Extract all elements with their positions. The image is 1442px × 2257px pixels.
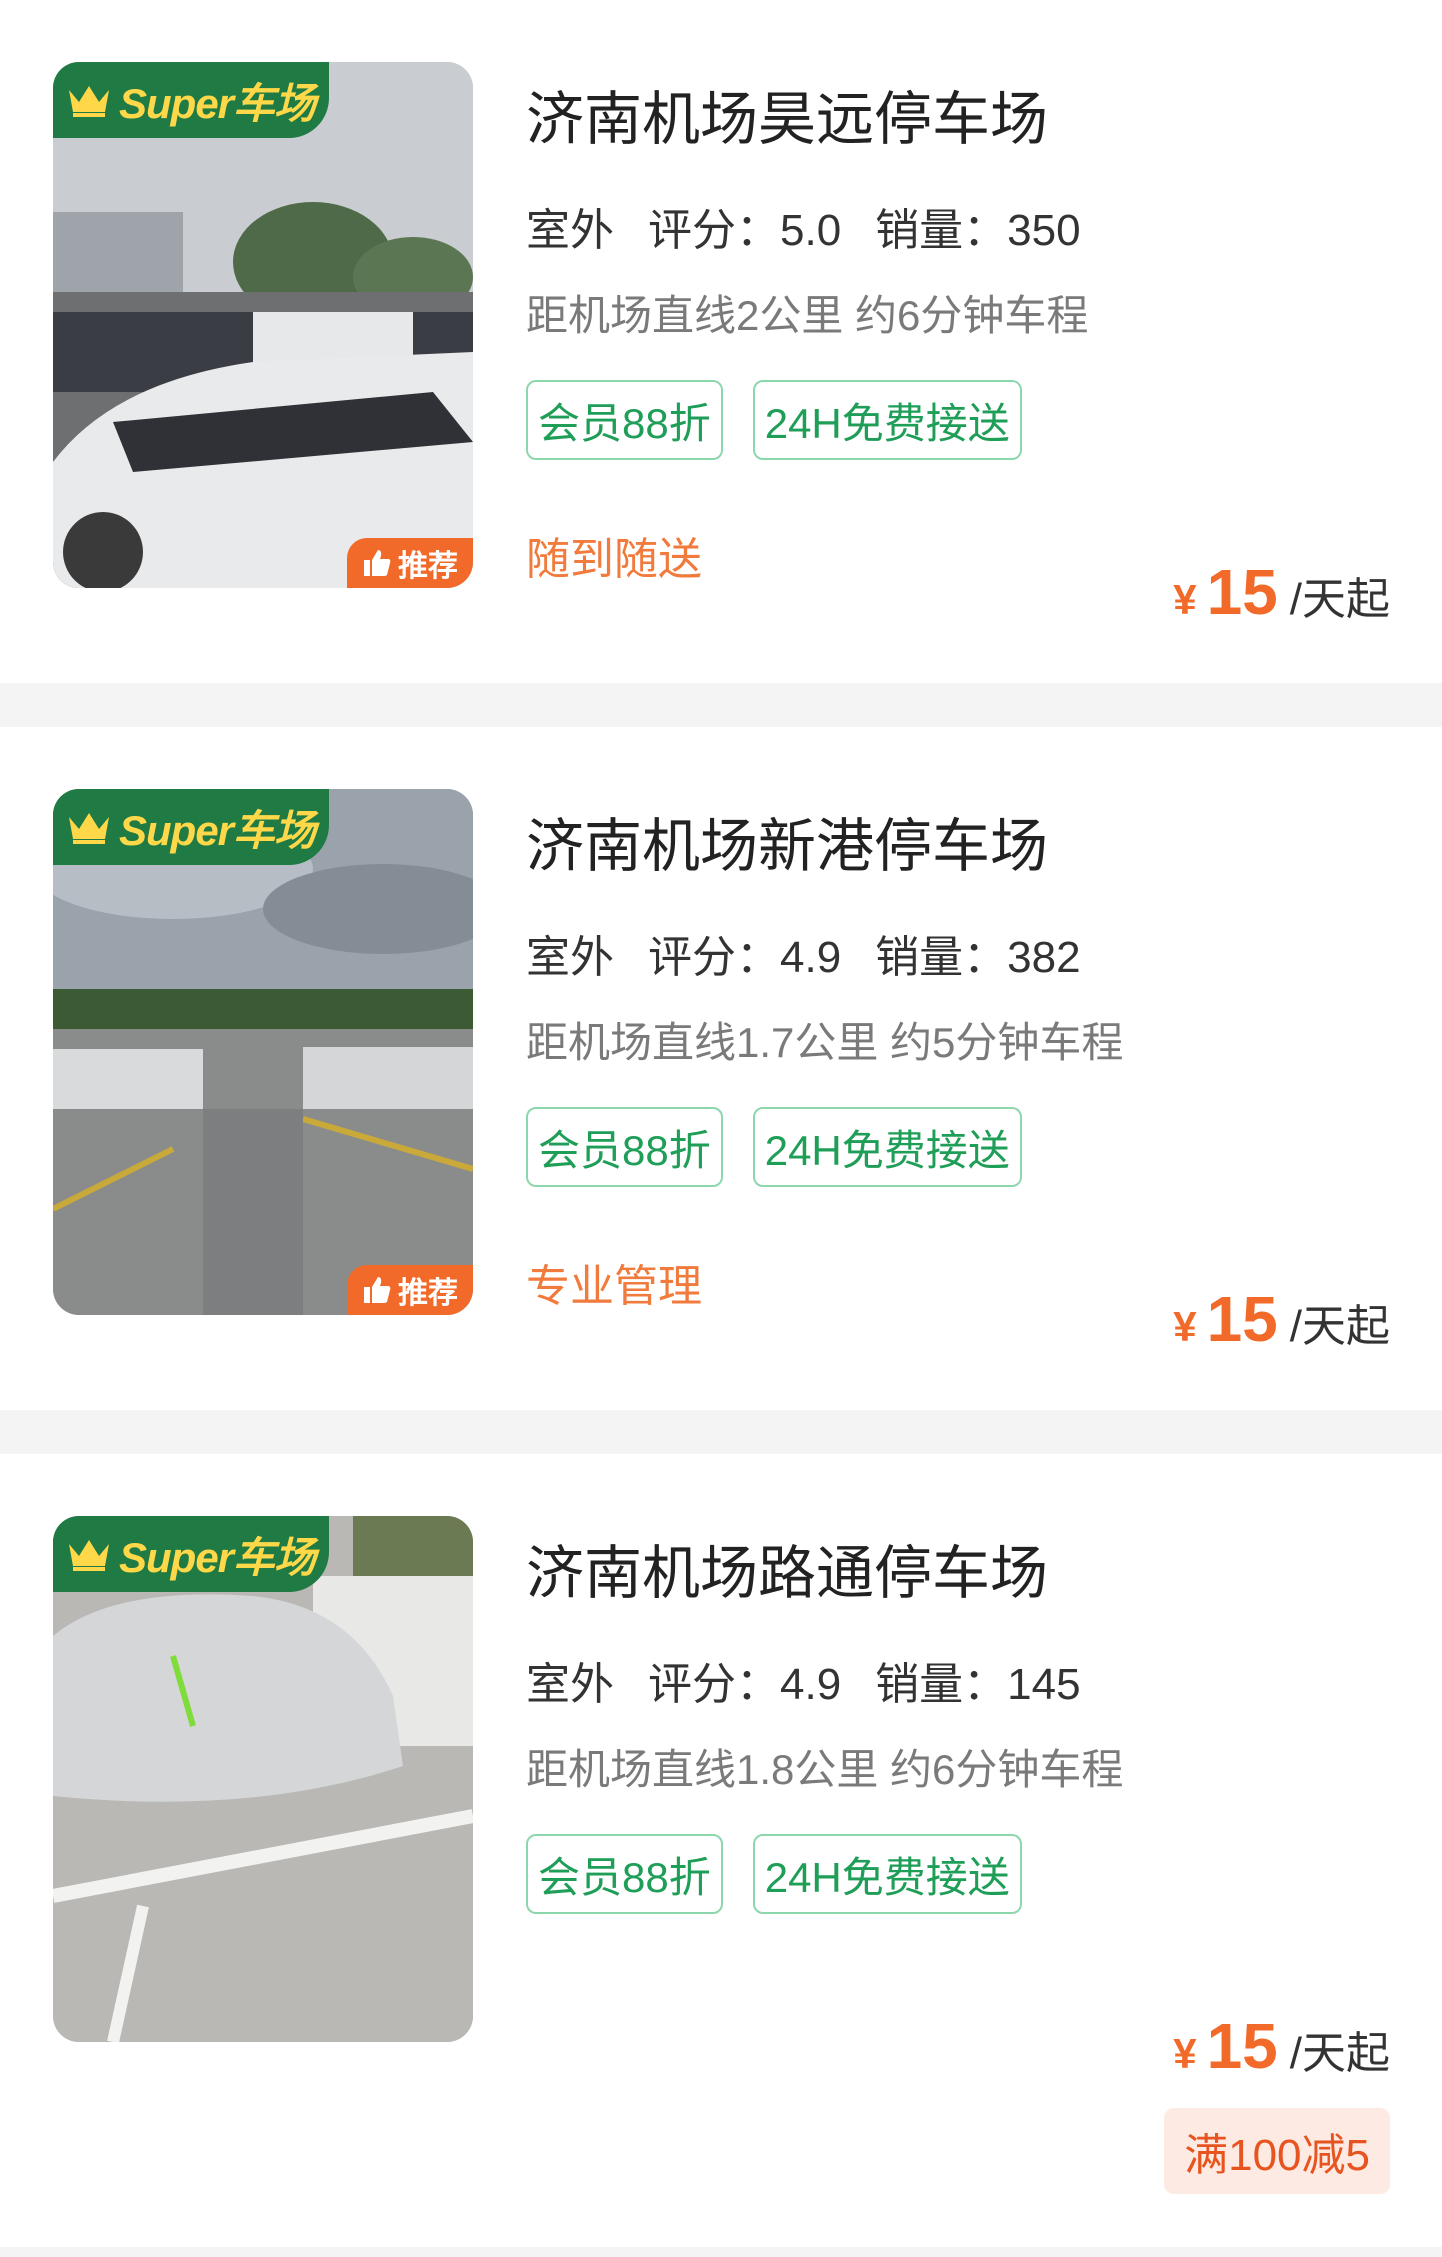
lot-sales: 销量：350 [875,206,1081,255]
recommend-badge: 推荐 [347,538,473,588]
recommend-label: 推荐 [398,550,458,583]
price-value: 15 [1206,2010,1278,2082]
lot-price: ¥ 15 /天起 [1173,555,1390,629]
lot-tags: 会员88折 24H免费接送 [526,380,1022,460]
super-lot-label: Super车场 [119,806,316,854]
super-lot-label: Super车场 [119,1533,316,1581]
parking-lot-photo[interactable]: Super车场 推荐 [53,62,473,588]
price-currency: ¥ [1173,1303,1197,1350]
member-discount-tag: 会员88折 [526,1107,723,1187]
lot-feature: 专业管理 [526,1262,702,1311]
lot-distance: 距机场直线1.7公里 约5分钟车程 [526,1019,1124,1066]
price-unit: /天起 [1289,575,1390,624]
thumbs-up-icon [364,1277,391,1303]
promo-badge[interactable]: 满100减5 [1164,2108,1390,2194]
recommend-badge: 推荐 [347,1265,473,1315]
lot-type: 室外 [524,921,618,991]
lot-tags: 会员88折 24H免费接送 [526,1107,1022,1187]
recommend-label: 推荐 [398,1277,458,1310]
parking-lot-photo-scene [53,62,473,588]
price-currency: ¥ [1173,576,1197,623]
super-lot-badge: Super车场 [53,789,329,865]
lot-feature: 随到随送 [526,535,702,584]
lot-meta: 室外 评分：5.0 销量：350 [524,194,1081,264]
parking-lot-photo[interactable]: Super车场 [53,1516,473,2042]
parking-lot-photo[interactable]: Super车场 推荐 [53,789,473,1315]
free-shuttle-tag: 24H免费接送 [752,1834,1022,1914]
member-discount-tag: 会员88折 [526,380,723,460]
parking-lot-card[interactable]: Super车场 推荐 济南机场昊远停车场 室外 评分：5.0 销量：350 距机… [0,0,1442,683]
parking-lot-card[interactable]: Super车场 济南机场路通停车场 室外 评分：4.9 销量：145 距机场直线… [0,1454,1442,2247]
parking-lot-card[interactable]: Super车场 推荐 济南机场新港停车场 室外 评分：4.9 销量：382 距机… [0,727,1442,1410]
lot-title[interactable]: 济南机场路通停车场 [526,1526,1048,1610]
free-shuttle-tag: 24H免费接送 [752,380,1022,460]
crown-icon [69,1540,109,1571]
parking-lot-photo-scene [53,789,473,1315]
lot-sales: 销量：145 [875,1660,1081,1709]
price-currency: ¥ [1173,2030,1197,2077]
price-unit: /天起 [1289,2029,1390,2078]
super-lot-label: Super车场 [119,79,316,127]
price-unit: /天起 [1289,1302,1390,1351]
lot-tags: 会员88折 24H免费接送 [526,1834,1022,1914]
lot-distance: 距机场直线2公里 约6分钟车程 [526,292,1089,339]
free-shuttle-tag: 24H免费接送 [752,1107,1022,1187]
lot-rating: 评分：5.0 [648,206,842,255]
super-lot-badge: Super车场 [53,1516,329,1592]
super-lot-badge: Super车场 [53,62,329,138]
lot-meta: 室外 评分：4.9 销量：145 [524,1648,1081,1718]
price-value: 15 [1206,556,1278,628]
price-value: 15 [1206,1283,1278,1355]
lot-type: 室外 [524,194,618,264]
lot-price: ¥ 15 /天起 [1173,1282,1390,1356]
lot-distance: 距机场直线1.8公里 约6分钟车程 [526,1746,1124,1793]
crown-icon [69,86,109,117]
lot-meta: 室外 评分：4.9 销量：382 [524,921,1081,991]
lot-title[interactable]: 济南机场新港停车场 [526,799,1048,883]
lot-sales: 销量：382 [875,933,1081,982]
lot-rating: 评分：4.9 [648,933,842,982]
lot-rating: 评分：4.9 [648,1660,842,1709]
parking-lot-photo-scene [53,1516,473,2042]
member-discount-tag: 会员88折 [526,1834,723,1914]
lot-title[interactable]: 济南机场昊远停车场 [526,72,1048,156]
lot-price: ¥ 15 /天起 [1173,2009,1390,2083]
lot-type: 室外 [524,1648,618,1718]
crown-icon [69,813,109,844]
thumbs-up-icon [364,550,391,576]
